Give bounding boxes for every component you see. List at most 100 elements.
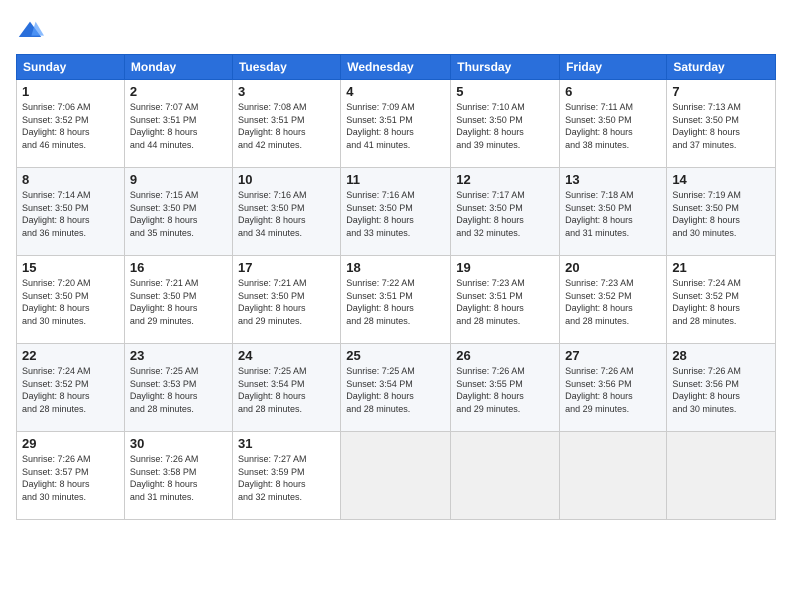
day-number: 29 [22,436,119,451]
day-number: 8 [22,172,119,187]
weekday-header-saturday: Saturday [667,55,776,80]
day-number: 1 [22,84,119,99]
calendar-cell: 12 Sunrise: 7:17 AM Sunset: 3:50 PM Dayli… [451,168,560,256]
day-number: 12 [456,172,554,187]
calendar-cell: 28 Sunrise: 7:26 AM Sunset: 3:56 PM Dayli… [667,344,776,432]
calendar-cell: 3 Sunrise: 7:08 AM Sunset: 3:51 PM Daylig… [232,80,340,168]
logo [16,16,48,44]
calendar-cell [667,432,776,520]
day-number: 11 [346,172,445,187]
day-info: Sunrise: 7:26 AM Sunset: 3:55 PM Dayligh… [456,365,554,415]
day-number: 10 [238,172,335,187]
calendar-cell: 29 Sunrise: 7:26 AM Sunset: 3:57 PM Dayli… [17,432,125,520]
calendar-cell: 21 Sunrise: 7:24 AM Sunset: 3:52 PM Dayli… [667,256,776,344]
calendar-week-4: 22Sunrise: 7:24 AM Sunset: 3:52 PM Dayli… [17,344,776,432]
calendar-cell: 27 Sunrise: 7:26 AM Sunset: 3:56 PM Dayli… [560,344,667,432]
calendar-cell: 10 Sunrise: 7:16 AM Sunset: 3:50 PM Dayli… [232,168,340,256]
calendar-cell: 15Sunrise: 7:20 AM Sunset: 3:50 PM Dayli… [17,256,125,344]
calendar-cell: 18 Sunrise: 7:22 AM Sunset: 3:51 PM Dayli… [341,256,451,344]
calendar-cell: 2 Sunrise: 7:07 AM Sunset: 3:51 PM Daylig… [124,80,232,168]
day-info: Sunrise: 7:24 AM Sunset: 3:52 PM Dayligh… [22,365,119,415]
calendar-week-1: 1 Sunrise: 7:06 AM Sunset: 3:52 PM Daylig… [17,80,776,168]
day-number: 7 [672,84,770,99]
day-info: Sunrise: 7:26 AM Sunset: 3:58 PM Dayligh… [130,453,227,503]
calendar-cell: 4 Sunrise: 7:09 AM Sunset: 3:51 PM Daylig… [341,80,451,168]
calendar-week-2: 8 Sunrise: 7:14 AM Sunset: 3:50 PM Daylig… [17,168,776,256]
calendar-cell [560,432,667,520]
day-info: Sunrise: 7:16 AM Sunset: 3:50 PM Dayligh… [346,189,445,239]
weekday-header-sunday: Sunday [17,55,125,80]
calendar-cell: 31 Sunrise: 7:27 AM Sunset: 3:59 PM Dayli… [232,432,340,520]
day-info: Sunrise: 7:19 AM Sunset: 3:50 PM Dayligh… [672,189,770,239]
calendar-cell: 8 Sunrise: 7:14 AM Sunset: 3:50 PM Daylig… [17,168,125,256]
calendar-cell: 26 Sunrise: 7:26 AM Sunset: 3:55 PM Dayli… [451,344,560,432]
day-number: 24 [238,348,335,363]
calendar-cell: 14Sunrise: 7:19 AM Sunset: 3:50 PM Dayli… [667,168,776,256]
calendar-cell [451,432,560,520]
calendar-cell: 6Sunrise: 7:11 AM Sunset: 3:50 PM Daylig… [560,80,667,168]
day-info: Sunrise: 7:18 AM Sunset: 3:50 PM Dayligh… [565,189,661,239]
day-info: Sunrise: 7:10 AM Sunset: 3:50 PM Dayligh… [456,101,554,151]
day-info: Sunrise: 7:24 AM Sunset: 3:52 PM Dayligh… [672,277,770,327]
day-number: 13 [565,172,661,187]
day-info: Sunrise: 7:09 AM Sunset: 3:51 PM Dayligh… [346,101,445,151]
day-number: 28 [672,348,770,363]
day-info: Sunrise: 7:08 AM Sunset: 3:51 PM Dayligh… [238,101,335,151]
day-info: Sunrise: 7:20 AM Sunset: 3:50 PM Dayligh… [22,277,119,327]
calendar-cell: 20Sunrise: 7:23 AM Sunset: 3:52 PM Dayli… [560,256,667,344]
day-info: Sunrise: 7:21 AM Sunset: 3:50 PM Dayligh… [130,277,227,327]
day-number: 2 [130,84,227,99]
day-info: Sunrise: 7:16 AM Sunset: 3:50 PM Dayligh… [238,189,335,239]
day-info: Sunrise: 7:26 AM Sunset: 3:57 PM Dayligh… [22,453,119,503]
calendar-cell: 11 Sunrise: 7:16 AM Sunset: 3:50 PM Dayli… [341,168,451,256]
day-number: 30 [130,436,227,451]
day-info: Sunrise: 7:17 AM Sunset: 3:50 PM Dayligh… [456,189,554,239]
calendar-table: SundayMondayTuesdayWednesdayThursdayFrid… [16,54,776,520]
weekday-header-thursday: Thursday [451,55,560,80]
calendar-cell: 30 Sunrise: 7:26 AM Sunset: 3:58 PM Dayli… [124,432,232,520]
calendar-container: SundayMondayTuesdayWednesdayThursdayFrid… [0,0,792,528]
day-number: 4 [346,84,445,99]
calendar-cell: 25 Sunrise: 7:25 AM Sunset: 3:54 PM Dayli… [341,344,451,432]
calendar-cell: 16 Sunrise: 7:21 AM Sunset: 3:50 PM Dayli… [124,256,232,344]
day-info: Sunrise: 7:11 AM Sunset: 3:50 PM Dayligh… [565,101,661,151]
day-number: 25 [346,348,445,363]
calendar-week-3: 15Sunrise: 7:20 AM Sunset: 3:50 PM Dayli… [17,256,776,344]
day-number: 26 [456,348,554,363]
calendar-cell: 9Sunrise: 7:15 AM Sunset: 3:50 PM Daylig… [124,168,232,256]
day-info: Sunrise: 7:15 AM Sunset: 3:50 PM Dayligh… [130,189,227,239]
day-number: 19 [456,260,554,275]
day-info: Sunrise: 7:07 AM Sunset: 3:51 PM Dayligh… [130,101,227,151]
day-number: 21 [672,260,770,275]
weekday-header-wednesday: Wednesday [341,55,451,80]
calendar-cell: 23Sunrise: 7:25 AM Sunset: 3:53 PM Dayli… [124,344,232,432]
day-info: Sunrise: 7:25 AM Sunset: 3:54 PM Dayligh… [346,365,445,415]
weekday-header-monday: Monday [124,55,232,80]
day-info: Sunrise: 7:26 AM Sunset: 3:56 PM Dayligh… [672,365,770,415]
calendar-cell: 7Sunrise: 7:13 AM Sunset: 3:50 PM Daylig… [667,80,776,168]
calendar-cell: 22Sunrise: 7:24 AM Sunset: 3:52 PM Dayli… [17,344,125,432]
calendar-cell: 13 Sunrise: 7:18 AM Sunset: 3:50 PM Dayli… [560,168,667,256]
day-info: Sunrise: 7:06 AM Sunset: 3:52 PM Dayligh… [22,101,119,151]
day-info: Sunrise: 7:26 AM Sunset: 3:56 PM Dayligh… [565,365,661,415]
day-number: 31 [238,436,335,451]
calendar-cell: 24 Sunrise: 7:25 AM Sunset: 3:54 PM Dayli… [232,344,340,432]
calendar-cell: 5Sunrise: 7:10 AM Sunset: 3:50 PM Daylig… [451,80,560,168]
day-number: 27 [565,348,661,363]
calendar-cell: 1 Sunrise: 7:06 AM Sunset: 3:52 PM Daylig… [17,80,125,168]
day-number: 16 [130,260,227,275]
weekday-header-row: SundayMondayTuesdayWednesdayThursdayFrid… [17,55,776,80]
day-number: 20 [565,260,661,275]
day-info: Sunrise: 7:27 AM Sunset: 3:59 PM Dayligh… [238,453,335,503]
header-row [16,16,776,44]
calendar-cell [341,432,451,520]
calendar-week-5: 29 Sunrise: 7:26 AM Sunset: 3:57 PM Dayli… [17,432,776,520]
weekday-header-tuesday: Tuesday [232,55,340,80]
day-info: Sunrise: 7:22 AM Sunset: 3:51 PM Dayligh… [346,277,445,327]
day-info: Sunrise: 7:14 AM Sunset: 3:50 PM Dayligh… [22,189,119,239]
day-number: 18 [346,260,445,275]
day-info: Sunrise: 7:25 AM Sunset: 3:54 PM Dayligh… [238,365,335,415]
day-number: 23 [130,348,227,363]
day-number: 3 [238,84,335,99]
day-number: 17 [238,260,335,275]
